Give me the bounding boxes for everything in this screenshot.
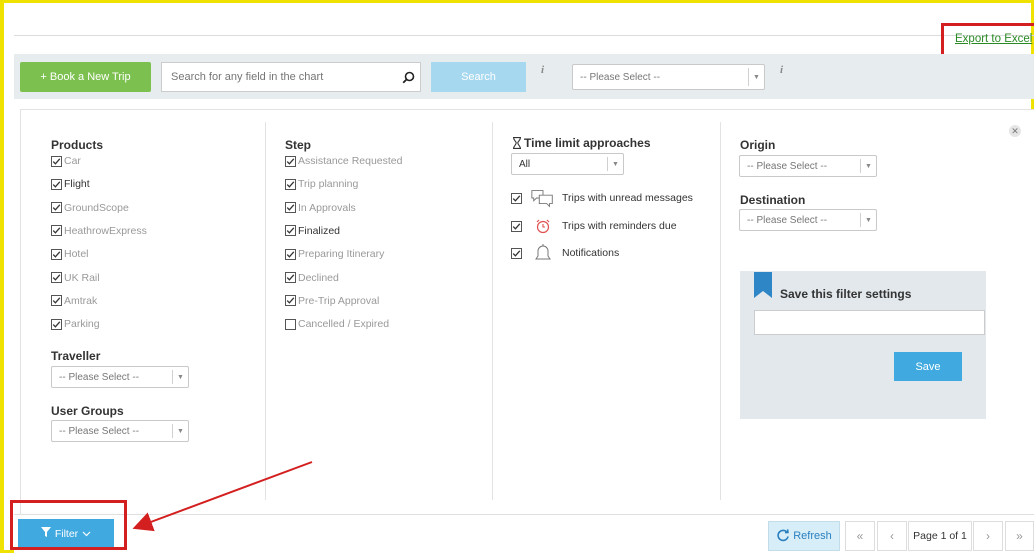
annotation-arrow: [132, 461, 313, 532]
